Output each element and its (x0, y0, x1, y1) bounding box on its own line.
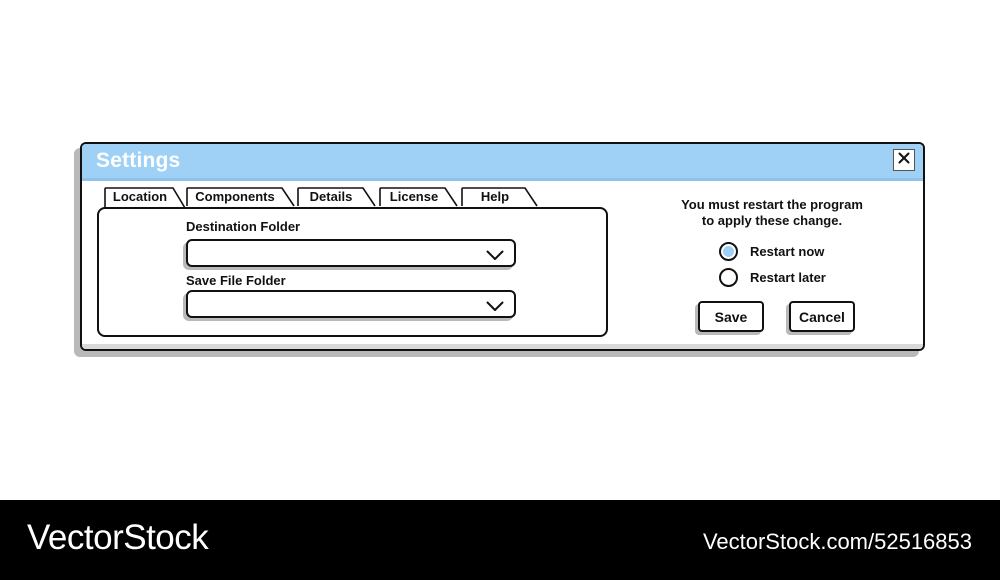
dialog-title: Settings (96, 149, 181, 172)
close-icon (898, 151, 910, 169)
save-file-folder-dropdown[interactable] (186, 290, 516, 318)
location-panel: Destination Folder Save File Folder (97, 207, 608, 337)
tab-details-label: Details (309, 188, 353, 204)
cancel-button[interactable]: Cancel (789, 301, 855, 332)
close-button[interactable] (893, 149, 915, 171)
tab-details[interactable]: Details (297, 187, 377, 207)
chevron-down-icon (486, 248, 504, 266)
radio-restart-now[interactable]: Restart now (719, 240, 824, 262)
destination-folder-label: Destination Folder (186, 219, 301, 234)
destination-folder-dropdown[interactable] (186, 239, 516, 267)
tab-help-label: Help (480, 188, 510, 204)
tab-location-label: Location (112, 188, 168, 204)
tab-location[interactable]: Location (104, 187, 186, 209)
restart-now-label: Restart now (750, 243, 825, 259)
dialog-content: Location Components Details License Help… (82, 181, 923, 349)
brand-logo: VectorStock (27, 518, 209, 557)
radio-selected-icon (719, 241, 738, 261)
restart-notice: You must restart the program to apply th… (672, 197, 872, 229)
save-file-folder-label: Save File Folder (186, 273, 286, 288)
radio-unselected-icon (719, 267, 738, 287)
image-id: VectorStock.com/52516853 (702, 529, 972, 554)
tab-license[interactable]: License (379, 187, 459, 207)
restart-later-label: Restart later (750, 269, 826, 285)
watermark-footer: VectorStock VectorStock.com/52516853 (0, 500, 1000, 580)
restart-notice-line-2: to apply these change. (701, 213, 843, 228)
chevron-down-icon (486, 299, 504, 317)
restart-notice-line-1: You must restart the program (681, 197, 863, 212)
title-bar: Settings (82, 144, 923, 181)
tab-help[interactable]: Help (461, 187, 539, 207)
save-button[interactable]: Save (698, 301, 764, 332)
tab-license-label: License (389, 188, 439, 204)
illustration-canvas: Settings Location Components Details Lic… (0, 0, 1000, 500)
tab-components-label: Components (195, 188, 275, 204)
tab-components[interactable]: Components (186, 187, 295, 207)
radio-restart-later[interactable]: Restart later (719, 266, 826, 288)
settings-dialog: Settings Location Components Details Lic… (80, 142, 925, 351)
